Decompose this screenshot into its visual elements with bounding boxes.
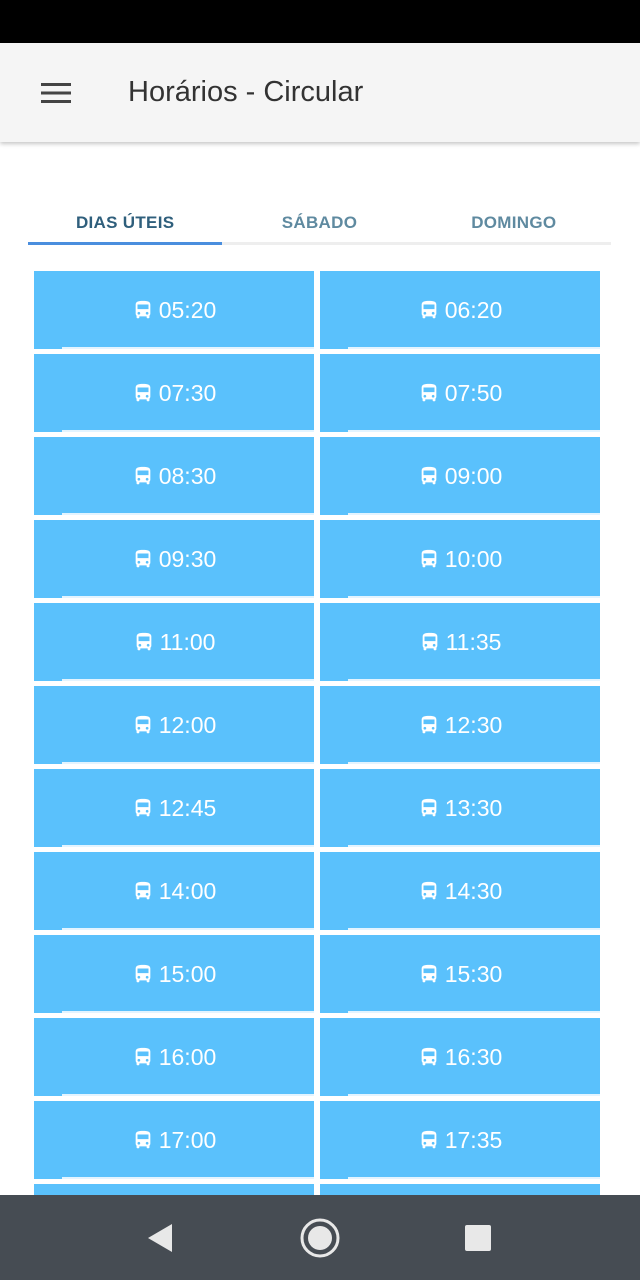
bus-icon <box>418 963 440 985</box>
schedule-time-cell[interactable]: 12:00 <box>34 686 314 764</box>
bus-icon <box>133 631 155 653</box>
schedule-time-cell[interactable]: 16:30 <box>320 1018 600 1096</box>
schedule-time-label: 17:35 <box>444 1126 503 1153</box>
schedule-time-cell[interactable]: 16:00 <box>34 1018 314 1096</box>
menu-button[interactable] <box>34 71 78 115</box>
schedule-time-cell[interactable]: 12:30 <box>320 686 600 764</box>
hamburger-menu-icon <box>41 83 71 103</box>
tab-domingo[interactable]: DOMINGO <box>417 200 611 242</box>
schedule-time-label: 11:35 <box>445 628 502 655</box>
schedule-time-cell[interactable]: 14:30 <box>320 852 600 930</box>
schedule-time-cell[interactable]: 07:50 <box>320 354 600 432</box>
schedule-time-cell[interactable]: 14:00 <box>34 852 314 930</box>
schedule-time-label: 05:20 <box>158 296 217 323</box>
schedule-time-label: 09:30 <box>158 545 217 572</box>
bus-icon <box>132 963 154 985</box>
bus-icon <box>132 548 154 570</box>
bus-icon <box>419 631 441 653</box>
bus-icon <box>132 1129 154 1151</box>
bus-icon <box>132 1046 154 1068</box>
bus-icon <box>132 382 154 404</box>
schedule-time-label: 07:50 <box>444 379 503 406</box>
recents-button[interactable] <box>453 1213 503 1263</box>
schedule-time-cell[interactable]: 17:35 <box>320 1101 600 1179</box>
schedule-time-cell[interactable]: 06:20 <box>320 271 600 349</box>
app-bar: Horários - Circular <box>0 43 640 142</box>
schedule-tabs: DIAS ÚTEIS SÁBADO DOMINGO <box>28 200 611 245</box>
bus-icon <box>418 797 440 819</box>
schedule-time-cell[interactable]: 11:00 <box>34 603 314 681</box>
schedule-grid: 05:20 06:20 07:30 07:50 08:30 09:00 09:30 10:00… <box>34 271 600 1262</box>
back-button[interactable] <box>135 1213 185 1263</box>
schedule-time-label: 16:00 <box>158 1043 217 1070</box>
schedule-time-cell[interactable]: 11:35 <box>320 603 600 681</box>
schedule-time-label: 15:30 <box>444 960 503 987</box>
schedule-time-label: 10:00 <box>444 545 503 572</box>
schedule-time-label: 12:00 <box>158 711 217 738</box>
bus-icon <box>418 548 440 570</box>
bus-icon <box>418 880 440 902</box>
system-nav-bar <box>0 1195 640 1280</box>
page-title: Horários - Circular <box>128 76 364 108</box>
schedule-time-cell[interactable]: 08:30 <box>34 437 314 515</box>
home-circle-icon <box>300 1218 340 1258</box>
bus-icon <box>418 382 440 404</box>
bus-icon <box>418 714 440 736</box>
bus-icon <box>132 714 154 736</box>
schedule-time-label: 17:00 <box>158 1126 217 1153</box>
schedule-time-label: 12:45 <box>158 794 217 821</box>
schedule-time-cell[interactable]: 15:30 <box>320 935 600 1013</box>
schedule-time-label: 12:30 <box>444 711 503 738</box>
schedule-time-cell[interactable]: 15:00 <box>34 935 314 1013</box>
schedule-time-label: 09:00 <box>444 462 503 489</box>
home-button[interactable] <box>295 1213 345 1263</box>
schedule-time-cell[interactable]: 07:30 <box>34 354 314 432</box>
bus-icon <box>132 465 154 487</box>
bus-icon <box>132 299 154 321</box>
recents-square-icon <box>465 1225 491 1251</box>
schedule-time-cell[interactable]: 09:30 <box>34 520 314 598</box>
schedule-time-label: 16:30 <box>444 1043 503 1070</box>
schedule-time-cell[interactable]: 09:00 <box>320 437 600 515</box>
bus-icon <box>418 1046 440 1068</box>
schedule-time-cell[interactable]: 12:45 <box>34 769 314 847</box>
bus-icon <box>418 299 440 321</box>
bus-icon <box>132 797 154 819</box>
schedule-time-cell[interactable]: 10:00 <box>320 520 600 598</box>
schedule-time-label: 11:00 <box>159 628 216 655</box>
schedule-time-label: 07:30 <box>158 379 217 406</box>
schedule-time-label: 13:30 <box>444 794 503 821</box>
schedule-time-label: 15:00 <box>158 960 217 987</box>
schedule-time-label: 14:00 <box>158 877 217 904</box>
schedule-time-cell[interactable]: 05:20 <box>34 271 314 349</box>
schedule-time-cell[interactable]: 13:30 <box>320 769 600 847</box>
bus-icon <box>418 465 440 487</box>
tab-dias-uteis[interactable]: DIAS ÚTEIS <box>28 200 223 245</box>
schedule-time-label: 08:30 <box>158 462 217 489</box>
back-triangle-icon <box>148 1224 172 1252</box>
bus-icon <box>132 880 154 902</box>
schedule-time-cell[interactable]: 17:00 <box>34 1101 314 1179</box>
schedule-time-label: 06:20 <box>444 296 503 323</box>
status-bar <box>0 0 640 43</box>
bus-icon <box>418 1129 440 1151</box>
schedule-time-label: 14:30 <box>444 877 503 904</box>
tab-sabado[interactable]: SÁBADO <box>222 200 416 242</box>
